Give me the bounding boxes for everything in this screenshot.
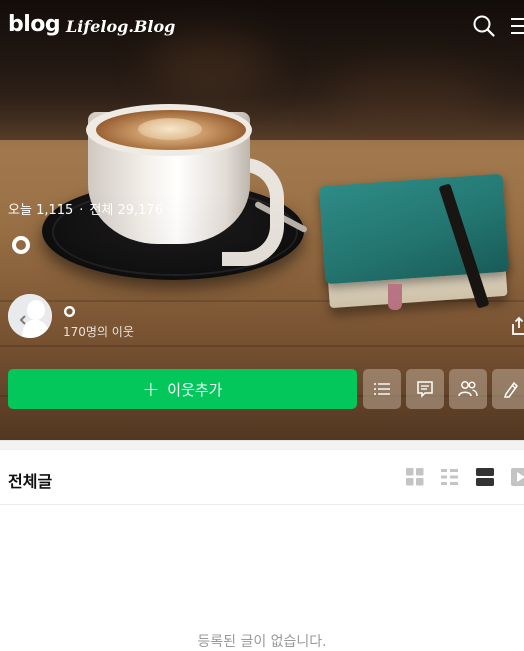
search-icon[interactable] xyxy=(472,14,496,38)
total-count: 29,176 xyxy=(117,203,163,218)
neighbors-button[interactable] xyxy=(449,369,487,409)
grid-view-icon[interactable] xyxy=(405,467,425,487)
plus-icon: + xyxy=(142,377,160,401)
guestbook-button[interactable] xyxy=(406,369,444,409)
all-posts-title: 전체글 xyxy=(8,472,53,491)
blog-logo[interactable]: blog xyxy=(8,12,61,37)
section-line xyxy=(0,504,524,505)
add-neighbor-button[interactable]: + 이웃추가 xyxy=(8,369,357,409)
video-view-icon[interactable] xyxy=(510,467,524,487)
default-avatar-icon xyxy=(8,294,52,338)
today-label: 오늘 xyxy=(8,203,32,218)
today-count: 1,115 xyxy=(36,203,74,218)
empty-posts-message: 등록된 글이 없습니다. xyxy=(197,634,327,650)
visit-stats: 오늘 1,115 · 전체 29,176 xyxy=(8,199,163,218)
blog-title-icon xyxy=(12,236,30,254)
category-list-button[interactable] xyxy=(363,369,401,409)
edit-icon xyxy=(503,381,518,398)
add-neighbor-label: 이웃추가 xyxy=(167,380,223,399)
write-button[interactable] xyxy=(492,369,524,409)
card-view-icon[interactable] xyxy=(475,467,495,487)
compact-list-icon[interactable] xyxy=(440,467,460,487)
blog-name[interactable]: Lifelog.Blog xyxy=(66,17,175,36)
separator-dot: · xyxy=(79,203,84,218)
list-icon xyxy=(374,383,390,395)
hamburger-menu-icon[interactable] xyxy=(508,14,524,38)
share-icon[interactable] xyxy=(510,316,524,336)
comment-icon xyxy=(417,381,433,398)
people-icon xyxy=(458,381,478,397)
avatar[interactable] xyxy=(8,294,52,338)
nickname-icon xyxy=(63,305,76,318)
section-divider xyxy=(0,440,524,450)
total-label: 전체 xyxy=(89,203,114,218)
neighbor-count[interactable]: 170명의 이웃 xyxy=(63,323,134,340)
